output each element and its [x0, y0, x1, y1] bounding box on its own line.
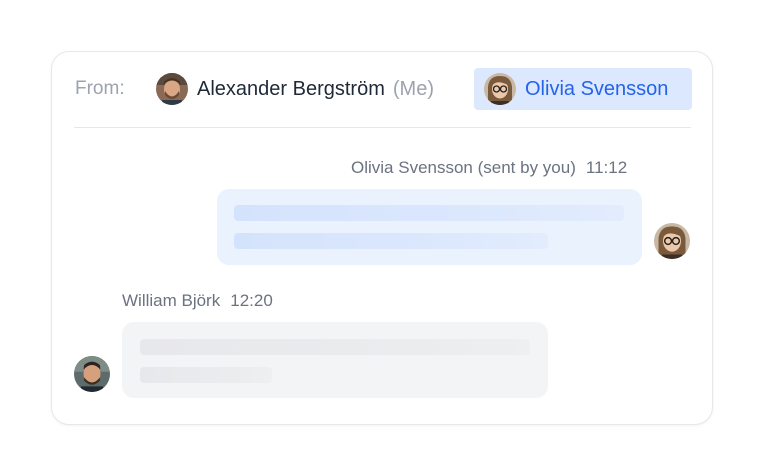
recipient-name: Olivia Svensson: [525, 78, 669, 100]
message-text-line: [140, 339, 530, 355]
sender-me-tag: (Me): [392, 78, 434, 100]
recipient-option-selected[interactable]: Olivia Svensson: [474, 68, 692, 110]
avatar-alexander-icon: [156, 73, 188, 105]
avatar-olivia-icon: [484, 73, 516, 105]
message-time: 12:20: [230, 291, 273, 310]
page: From: Alexander Bergström (Me) Olivia Sv…: [0, 0, 764, 476]
message-meta-incoming: William Björk 12:20: [122, 290, 273, 312]
sender-name: Alexander Bergström: [197, 78, 385, 100]
message-text-line: [140, 367, 272, 383]
message-card: From: Alexander Bergström (Me) Olivia Sv…: [51, 51, 713, 425]
sender-option[interactable]: Alexander Bergström (Me): [156, 73, 434, 105]
message-bubble-outgoing[interactable]: [217, 189, 642, 265]
message-meta-outgoing: Olivia Svensson (sent by you) 11:12: [351, 157, 627, 179]
avatar-william-icon: [74, 356, 110, 392]
message-text-line: [234, 205, 624, 221]
from-label: From:: [75, 78, 125, 99]
header-divider: [74, 127, 691, 128]
message-time: 11:12: [585, 158, 628, 177]
message-text-line: [234, 233, 548, 249]
message-bubble-incoming[interactable]: [122, 322, 548, 398]
message-author: William Björk: [122, 291, 221, 310]
message-author: Olivia Svensson (sent by you): [351, 158, 576, 177]
avatar-olivia-icon: [654, 223, 690, 259]
